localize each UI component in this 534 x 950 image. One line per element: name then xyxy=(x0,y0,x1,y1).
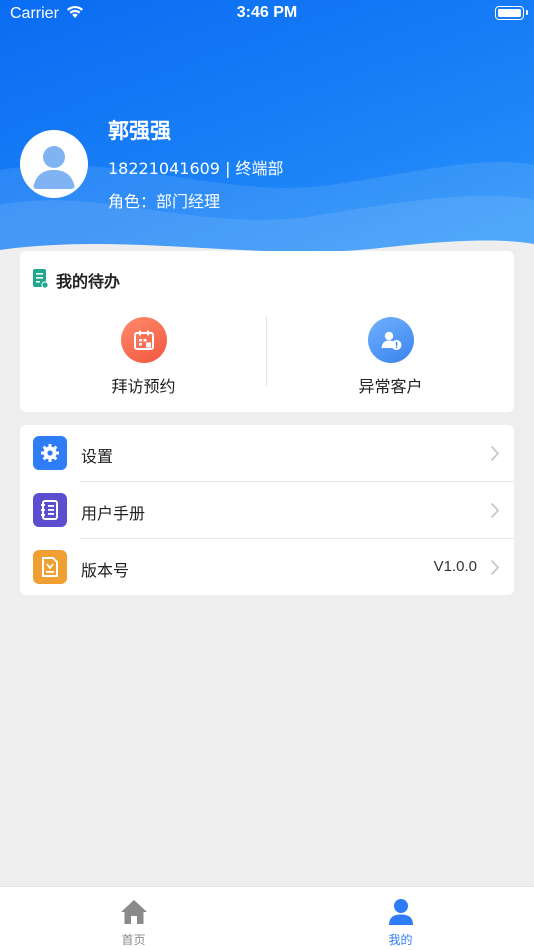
user-alert-icon xyxy=(367,317,414,363)
todo-visit-appointment[interactable]: 拜访预约 xyxy=(20,315,267,401)
home-icon xyxy=(119,897,149,927)
tab-home-label: 首页 xyxy=(121,933,146,947)
tab-mine[interactable]: 我的 xyxy=(267,887,534,950)
todo-abnormal-customers-label: 异常客户 xyxy=(358,377,423,396)
profile-name: 郭强强 xyxy=(108,119,171,143)
status-bar: Carrier 3:46 PM xyxy=(0,0,534,28)
avatar-person-icon xyxy=(23,133,85,195)
version-icon xyxy=(33,550,67,584)
battery-icon xyxy=(495,6,528,20)
chevron-right-icon xyxy=(490,559,500,576)
status-time: 3:46 PM xyxy=(236,4,298,21)
avatar[interactable] xyxy=(20,130,88,198)
person-icon xyxy=(386,897,416,927)
todo-title: 我的待办 xyxy=(56,272,121,291)
tab-mine-label: 我的 xyxy=(388,933,413,947)
menu-item-user-manual[interactable]: 用户手册 xyxy=(20,482,514,539)
todo-list-icon xyxy=(33,269,49,289)
menu-item-version-label: 版本号 xyxy=(81,561,130,580)
chevron-right-icon xyxy=(490,502,500,519)
todo-abnormal-customers[interactable]: 异常客户 xyxy=(267,315,514,401)
gear-icon xyxy=(33,436,67,470)
menu-item-user-manual-label: 用户手册 xyxy=(81,504,146,523)
menu-item-settings[interactable]: 设置 xyxy=(20,425,514,482)
version-value: V1.0.0 xyxy=(433,558,477,575)
menu-item-version[interactable]: 版本号 V1.0.0 xyxy=(20,539,514,595)
manual-icon xyxy=(33,493,67,527)
profile-role: 角色：部门经理 xyxy=(108,192,221,211)
calendar-icon xyxy=(120,317,167,363)
menu-item-settings-label: 设置 xyxy=(81,447,114,466)
menu-card: 设置 用户手册 版本号 V1.0.0 xyxy=(20,425,514,595)
profile-phone-dept: 18221041609 | 终端部 xyxy=(108,159,284,178)
tab-home[interactable]: 首页 xyxy=(0,887,267,950)
todo-card: 我的待办 拜访预约 异常客户 xyxy=(20,251,514,412)
tab-bar: 首页 我的 xyxy=(0,886,534,950)
todo-visit-appointment-label: 拜访预约 xyxy=(111,377,176,396)
chevron-right-icon xyxy=(490,445,500,462)
